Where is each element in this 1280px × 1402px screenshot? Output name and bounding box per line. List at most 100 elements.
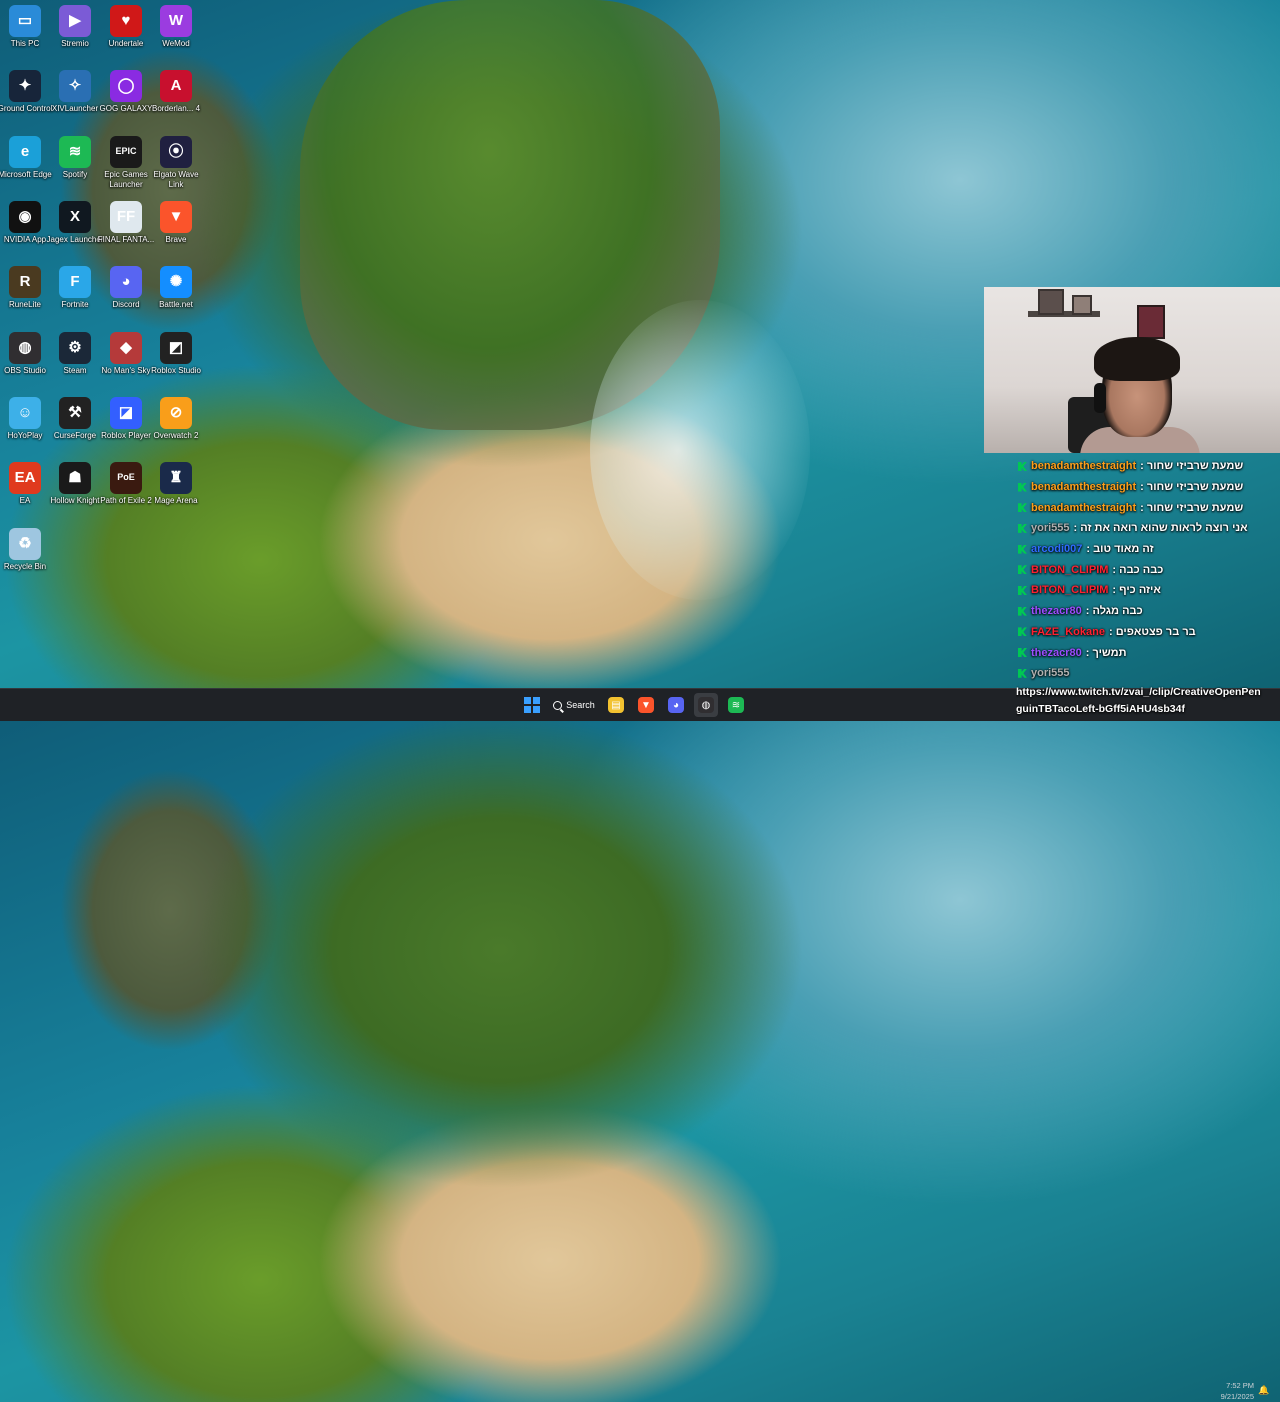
- desktop-icon-brave[interactable]: ▼ Brave: [146, 201, 206, 245]
- desktop-icon-label: Roblox Studio: [151, 366, 201, 375]
- wemod-icon: W: [160, 5, 192, 37]
- webcam-headset: [1094, 383, 1106, 413]
- spotify-taskbar-button[interactable]: ≋: [724, 693, 748, 717]
- hoyoplay-icon: ☺: [9, 397, 41, 429]
- chat-message: thezacr80: תמשיך: [1012, 642, 1280, 663]
- heart-icon: ♥: [110, 5, 142, 37]
- webcam-picture-frame: [1038, 289, 1064, 315]
- hollow-knight-icon: ☗: [59, 462, 91, 494]
- file-explorer-button[interactable]: ▤: [604, 693, 628, 717]
- desktop-icon-overwatch[interactable]: ⊘ Overwatch 2: [146, 397, 206, 441]
- desktop-icon-recycle-bin[interactable]: ♻ Recycle Bin: [0, 528, 55, 572]
- desktop-icon-label: Mage Arena: [154, 496, 198, 505]
- brave-taskbar-button[interactable]: ▼: [634, 693, 658, 717]
- chat-message: arcodi007: זה מאוד טוב: [1012, 539, 1280, 560]
- chat-username: yori555: [1031, 522, 1070, 535]
- kick-badge-icon: [1018, 523, 1027, 533]
- discord-icon: ◕: [110, 266, 142, 298]
- chat-username: BITON_CLIPIM: [1031, 563, 1109, 576]
- kick-badge-icon: [1018, 503, 1027, 513]
- kick-badge-icon: [1018, 606, 1027, 616]
- wallpaper-surf: [590, 300, 810, 600]
- chat-username: benadamthestraight: [1031, 460, 1137, 473]
- borderlands-icon: A: [160, 70, 192, 102]
- kick-badge-icon: [1018, 648, 1027, 658]
- desktop-icon-roblox-studio[interactable]: ◩ Roblox Studio: [146, 332, 206, 376]
- chat-message: BITON_CLIPIM: איזה כיף: [1012, 580, 1280, 601]
- chat-message-text: : שמעת שרביזי שחור: [1140, 460, 1244, 473]
- desktop-icon-label: Recycle Bin: [3, 562, 47, 571]
- start-button[interactable]: [520, 693, 544, 717]
- chat-username: BITON_CLIPIM: [1031, 584, 1109, 597]
- webcam-streamer-hair: [1094, 337, 1180, 381]
- nvidia-icon: ◉: [9, 201, 41, 233]
- chat-message-text: : כבה כבה: [1112, 563, 1164, 576]
- search-icon: [553, 700, 563, 710]
- kick-badge-icon: [1018, 461, 1027, 471]
- notification-bell-icon[interactable]: 🔔: [1258, 1385, 1269, 1395]
- chat-username: thezacr80: [1031, 646, 1082, 659]
- chat-message-text: : איזה כיף: [1112, 584, 1161, 597]
- kick-badge-icon: [1018, 585, 1027, 595]
- monitor-icon: ▭: [9, 5, 41, 37]
- roblox-player-icon: ◪: [110, 397, 142, 429]
- obs-icon: ◍: [9, 332, 41, 364]
- battlenet-icon: ✺: [160, 266, 192, 298]
- curseforge-icon: ⚒: [59, 397, 91, 429]
- chat-message-text: : שמעת שרביזי שחור: [1140, 481, 1244, 494]
- clip-url-overlay: https://www.twitch.tv/zvai_/clip/Creativ…: [1016, 684, 1280, 720]
- chat-message-text: : תמשיך: [1085, 646, 1127, 659]
- desktop-icon-borderlands[interactable]: A Borderlan... 4: [146, 70, 206, 114]
- desktop-icon-label: Elgato Wave Link: [153, 170, 199, 189]
- desktop-icon-battlenet[interactable]: ✺ Battle.net: [146, 266, 206, 310]
- chat-username: FAZE_Kokane: [1031, 625, 1105, 638]
- fortnite-icon: F: [59, 266, 91, 298]
- obs-taskbar-icon: ◍: [698, 697, 714, 713]
- desktop-icon-label: Battle.net: [159, 300, 193, 309]
- gog-galaxy-icon: ◯: [110, 70, 142, 102]
- kick-badge-icon: [1018, 668, 1027, 678]
- desktop-icon-label: WeMod: [162, 39, 190, 48]
- desktop-icon-elgato-wave[interactable]: ⦿ Elgato Wave Link: [146, 136, 206, 189]
- chat-message: benadamthestraight: שמעת שרביזי שחור: [1012, 477, 1280, 498]
- spotify-icon: ≋: [59, 136, 91, 168]
- roblox-studio-icon: ◩: [160, 332, 192, 364]
- chat-message: benadamthestraight: שמעת שרביזי שחור: [1012, 456, 1280, 477]
- discord-taskbar-button[interactable]: ◕: [664, 693, 688, 717]
- discord-taskbar-icon: ◕: [668, 697, 684, 713]
- obs-taskbar-button[interactable]: ◍: [694, 693, 718, 717]
- desktop-icon-label: Brave: [165, 235, 187, 244]
- pinned-apps: ▤ ▼ ◕ ◍ ≋: [604, 693, 748, 717]
- ground-control-icon: ✦: [9, 70, 41, 102]
- steam-icon: ⚙: [59, 332, 91, 364]
- chat-message-text: : כבה מגלה: [1085, 605, 1143, 618]
- chat-message: yori555: אני רוצה לראות שהוא רואה את זה: [1012, 518, 1280, 539]
- xivlauncher-icon: ✧: [59, 70, 91, 102]
- search-button[interactable]: Search: [550, 693, 598, 717]
- search-label: Search: [566, 700, 595, 710]
- chat-username: yori555: [1031, 667, 1070, 680]
- desktop-icon-label: Borderlan... 4: [151, 104, 201, 113]
- desktop-icon-wemod[interactable]: W WeMod: [146, 5, 206, 49]
- desktop-icon-label: Overwatch 2: [153, 431, 199, 440]
- webcam-poster: [1137, 305, 1165, 339]
- chat-username: benadamthestraight: [1031, 501, 1137, 514]
- kick-badge-icon: [1018, 544, 1027, 554]
- system-clock[interactable]: 7:52 PM 9/21/2025: [1200, 1380, 1254, 1402]
- desktop-icons: ▭ This PC ▶ Stremio ♥ Undertale W WeMod ✦ Ground …: [0, 0, 210, 650]
- webcam-picture-frame: [1072, 295, 1092, 315]
- chat-message-text: : בר בר פצטאפים: [1108, 625, 1196, 638]
- runelite-icon: R: [9, 266, 41, 298]
- file-explorer-icon: ▤: [608, 697, 624, 713]
- chat-message: thezacr80: כבה מגלה: [1012, 601, 1280, 622]
- twitch-chat-overlay: benadamthestraight: שמעת שרביזי שחור bena…: [1012, 456, 1280, 684]
- mage-arena-icon: ♜: [160, 462, 192, 494]
- desktop-icon-mage-arena[interactable]: ♜ Mage Arena: [146, 462, 206, 506]
- brave-taskbar-icon: ▼: [638, 697, 654, 713]
- chat-message: benadamthestraight: שמעת שרביזי שחור: [1012, 497, 1280, 518]
- overwatch-icon: ⊘: [160, 397, 192, 429]
- jagex-icon: X: [59, 201, 91, 233]
- brave-icon: ▼: [160, 201, 192, 233]
- no-mans-sky-icon: ◆: [110, 332, 142, 364]
- windows-icon: [524, 697, 540, 713]
